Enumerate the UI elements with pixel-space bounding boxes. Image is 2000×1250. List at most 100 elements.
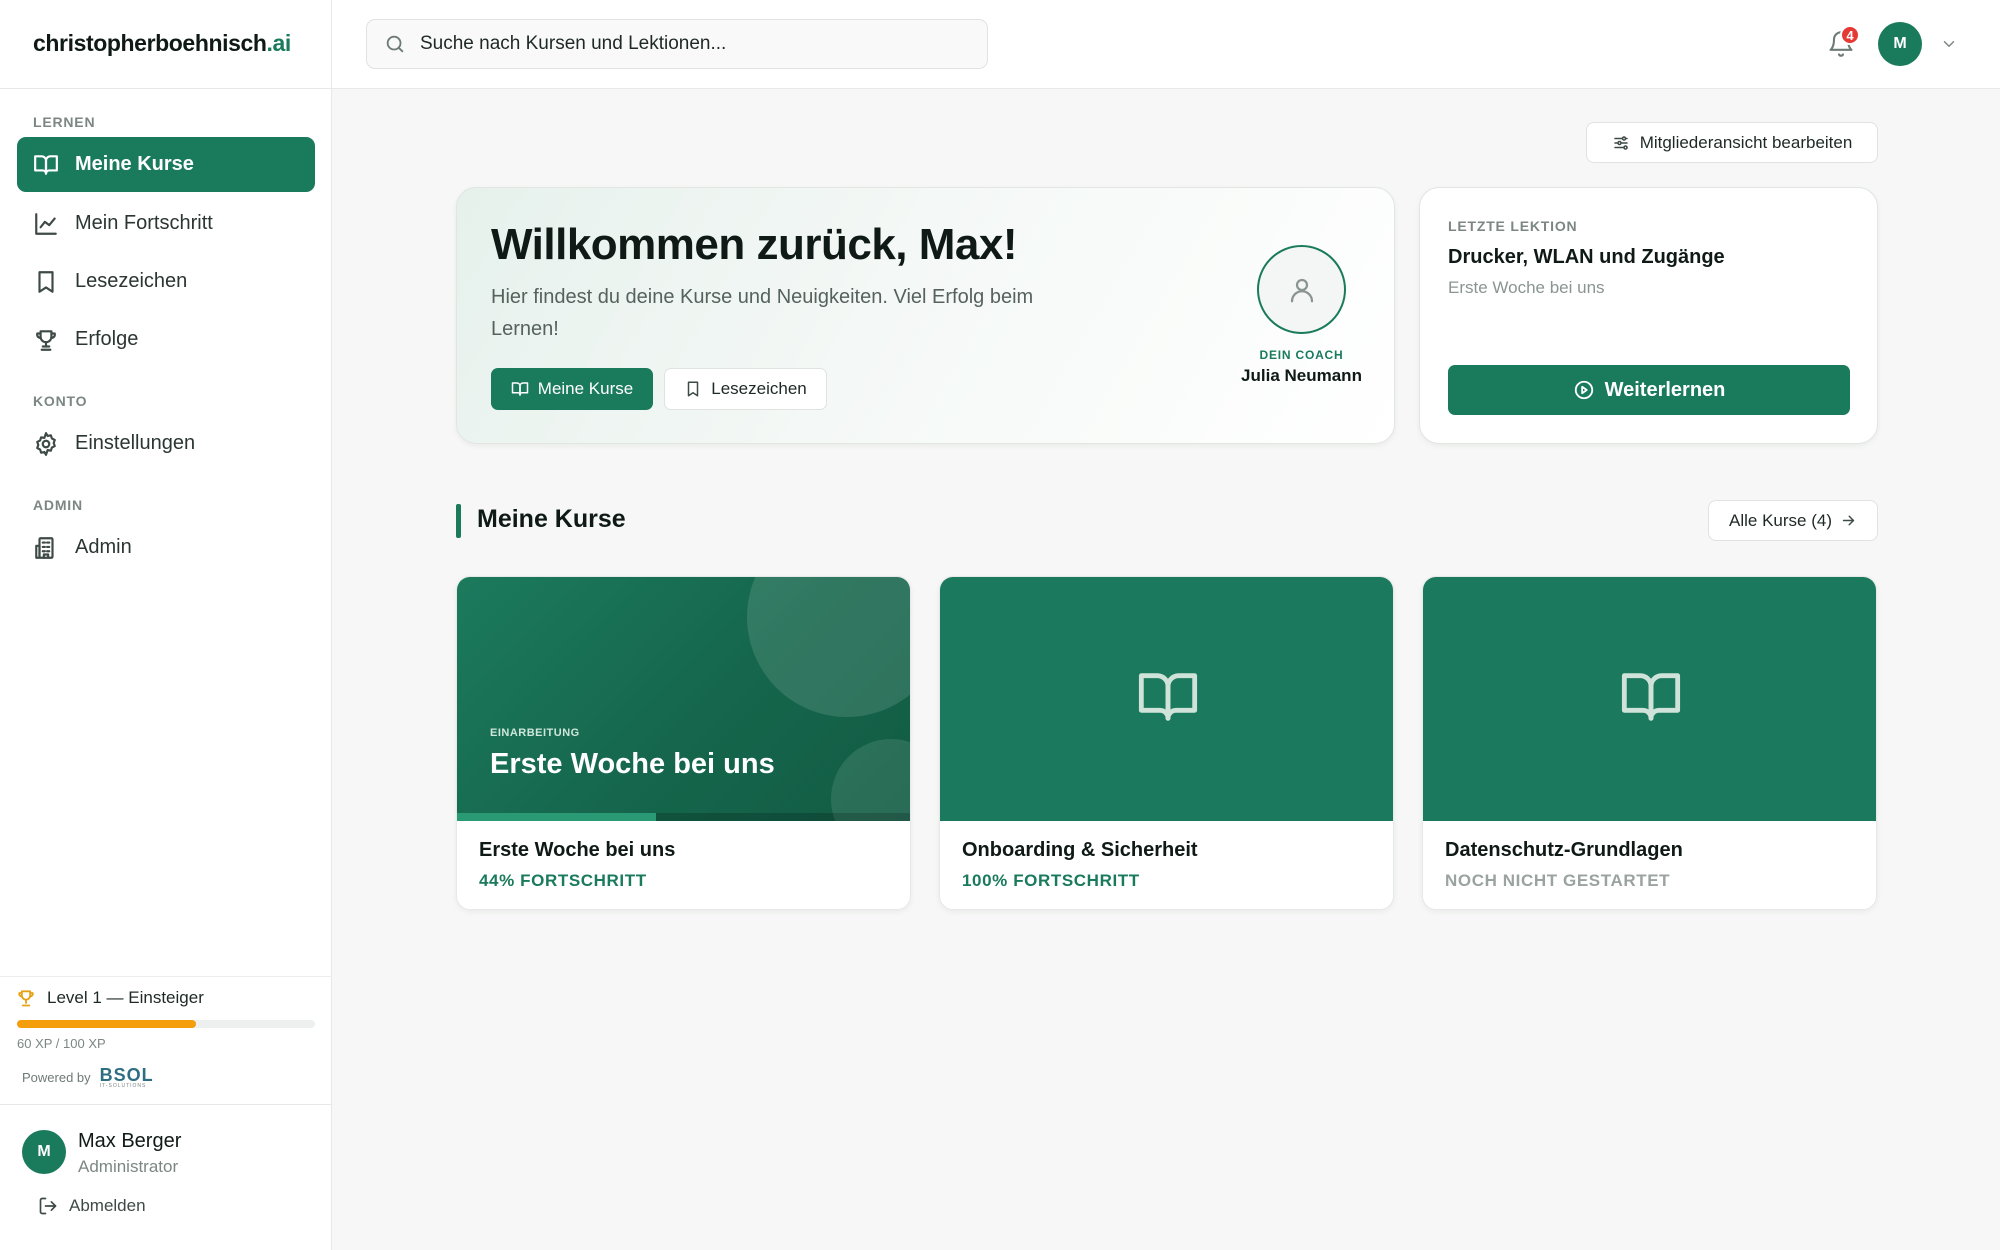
cover-decoration (831, 739, 910, 821)
section-label-lernen: LERNEN (33, 114, 96, 130)
book-open-icon (1619, 665, 1683, 729)
trophy-icon (16, 988, 36, 1008)
course-cover (940, 577, 1393, 821)
continue-learning-label: Weiterlernen (1604, 378, 1726, 401)
bookmark-icon (684, 380, 702, 398)
course-progress-bar (457, 813, 910, 821)
course-status: 100% FORTSCHRITT (962, 871, 1140, 890)
book-open-icon (1136, 665, 1200, 729)
coach-avatar[interactable] (1257, 245, 1346, 334)
course-cover: EINARBEITUNG Erste Woche bei uns (457, 577, 910, 821)
course-card[interactable]: EINARBEITUNG Erste Woche bei uns Erste W… (456, 576, 911, 910)
sidebar-item-erfolge[interactable]: Erfolge (17, 312, 315, 367)
course-cover-title: Erste Woche bei uns (490, 748, 775, 780)
edit-member-view-label: Mitgliederansicht bearbeiten (1639, 132, 1853, 152)
my-courses-button[interactable]: Meine Kurse (491, 368, 653, 410)
sidebar-divider (0, 88, 332, 89)
logout-label: Abmelden (69, 1196, 146, 1215)
chevron-down-icon[interactable] (1940, 35, 1958, 53)
notification-count-badge: 4 (1840, 25, 1860, 45)
sidebar-item-label: Erfolge (75, 328, 139, 350)
welcome-title: Willkommen zurück, Max! (491, 220, 1018, 269)
all-courses-button[interactable]: Alle Kurse (4) (1708, 500, 1878, 541)
search-icon (384, 33, 406, 55)
coach-name: Julia Neumann (1241, 366, 1362, 385)
sidebar-item-einstellungen[interactable]: Einstellungen (17, 416, 315, 471)
level-indicator: Level 1 — Einsteiger (16, 988, 204, 1008)
search-input[interactable] (420, 33, 960, 55)
building-icon (33, 535, 59, 561)
search-box[interactable] (366, 19, 988, 69)
user-avatar[interactable]: M (22, 1130, 66, 1174)
coach-label: DEIN COACH (1259, 348, 1344, 362)
arrow-right-icon (1840, 512, 1857, 529)
course-cover-kicker: EINARBEITUNG (490, 727, 580, 739)
sidebar-item-label: Mein Fortschritt (75, 212, 213, 234)
play-circle-icon (1573, 379, 1595, 401)
courses-section-title: Meine Kurse (477, 505, 626, 533)
sidebar-item-label: Meine Kurse (75, 153, 194, 175)
course-card[interactable]: Onboarding & Sicherheit 100% FORTSCHRITT (939, 576, 1394, 910)
bookmark-icon (33, 269, 59, 295)
xp-progress-bar (17, 1020, 315, 1028)
last-lesson-course: Erste Woche bei uns (1448, 278, 1605, 297)
sidebar: christopherboehnisch.ai LERNEN Meine Kur… (0, 0, 332, 1250)
gear-icon (33, 431, 59, 457)
course-title: Datenschutz-Grundlagen (1445, 839, 1683, 861)
welcome-card: Willkommen zurück, Max! Hier findest du … (456, 187, 1395, 444)
level-divider (0, 976, 332, 977)
course-status: NOCH NICHT GESTARTET (1445, 871, 1671, 890)
sidebar-item-label: Admin (75, 536, 132, 558)
sidebar-item-fortschritt[interactable]: Mein Fortschritt (17, 196, 315, 251)
level-label: Level 1 — Einsteiger (47, 988, 204, 1007)
logo-main: christopherboehnisch (33, 30, 267, 56)
book-open-icon (511, 380, 529, 398)
course-status: 44% FORTSCHRITT (479, 871, 647, 890)
user-divider (0, 1104, 332, 1105)
powered-by: Powered by BSOL IT-SOLUTIONS (22, 1066, 154, 1089)
sliders-icon (1612, 134, 1630, 152)
edit-member-view-button[interactable]: Mitgliederansicht bearbeiten (1586, 122, 1878, 163)
sidebar-item-label: Lesezeichen (75, 270, 188, 292)
logout-icon (38, 1196, 58, 1216)
section-label-konto: KONTO (33, 393, 88, 409)
sidebar-item-label: Einstellungen (75, 432, 196, 454)
logo-tld: .ai (266, 30, 292, 56)
continue-learning-button[interactable]: Weiterlernen (1448, 365, 1850, 415)
my-courses-button-label: Meine Kurse (537, 379, 634, 398)
xp-progress-fill (17, 1020, 196, 1028)
user-name: Max Berger (78, 1130, 182, 1152)
chart-line-icon (33, 211, 59, 237)
sidebar-item-meine-kurse[interactable]: Meine Kurse (17, 137, 315, 192)
course-title: Erste Woche bei uns (479, 839, 676, 861)
sidebar-item-lesezeichen[interactable]: Lesezeichen (17, 254, 315, 309)
bsol-logo-text: BSOL (99, 1065, 154, 1085)
book-open-icon (33, 152, 59, 178)
account-avatar[interactable]: M (1878, 22, 1922, 66)
user-role: Administrator (78, 1157, 179, 1176)
section-label-admin: ADMIN (33, 497, 83, 513)
topbar: 4 M (332, 0, 2000, 89)
section-accent-bar (456, 504, 461, 538)
bookmarks-button-label: Lesezeichen (711, 379, 807, 398)
sidebar-item-admin[interactable]: Admin (17, 520, 315, 575)
logout-button[interactable]: Abmelden (38, 1196, 146, 1216)
course-progress-fill (457, 813, 657, 821)
last-lesson-card: LETZTE LEKTION Drucker, WLAN und Zugänge… (1419, 187, 1878, 444)
course-title: Onboarding & Sicherheit (962, 839, 1198, 861)
bsol-logo-sub: IT-SOLUTIONS (99, 1083, 147, 1089)
bsol-logo[interactable]: BSOL IT-SOLUTIONS (100, 1066, 154, 1089)
cover-decoration (747, 577, 910, 717)
trophy-icon (33, 327, 59, 353)
xp-text: 60 XP / 100 XP (17, 1036, 106, 1051)
brand-logo[interactable]: christopherboehnisch.ai (33, 30, 291, 57)
course-cover (1423, 577, 1876, 821)
powered-by-label: Powered by (22, 1070, 91, 1085)
bookmarks-button[interactable]: Lesezeichen (664, 368, 827, 410)
course-card[interactable]: Datenschutz-Grundlagen NOCH NICHT GESTAR… (1422, 576, 1877, 910)
last-lesson-title: Drucker, WLAN und Zugänge (1448, 246, 1725, 268)
last-lesson-label: LETZTE LEKTION (1448, 218, 1578, 234)
user-icon (1287, 275, 1317, 305)
all-courses-label: Alle Kurse (4) (1729, 510, 1832, 530)
welcome-text: Hier findest du deine Kurse und Neuigkei… (491, 286, 1034, 340)
